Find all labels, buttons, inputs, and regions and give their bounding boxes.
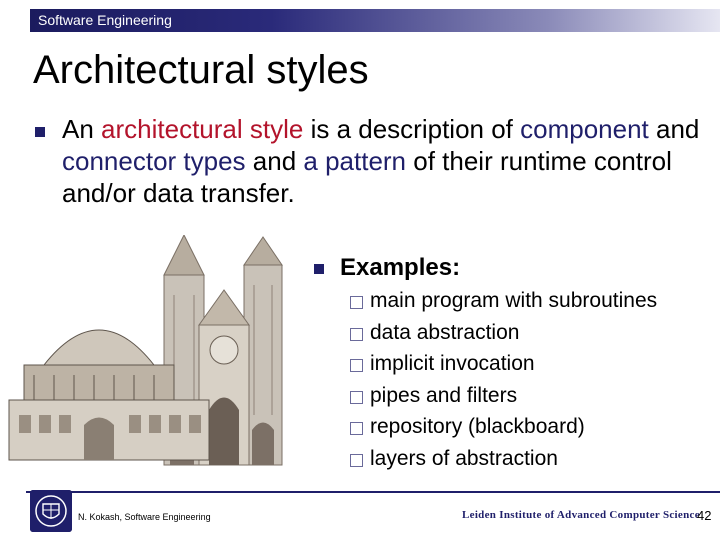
list-item: data abstraction	[350, 320, 657, 352]
list-item: layers of abstraction	[350, 446, 657, 478]
square-bullet-icon	[35, 127, 45, 137]
examples-heading: Examples:	[340, 254, 461, 281]
checkbox-bullet-icon	[350, 327, 363, 341]
checkbox-bullet-icon	[350, 422, 363, 436]
term-pattern: a pattern	[303, 146, 407, 176]
header-bar: Software Engineering	[30, 9, 720, 32]
slide-title: Architectural styles	[33, 48, 369, 92]
list-item: repository (blackboard)	[350, 414, 657, 446]
intro-text: is a description of	[303, 114, 521, 144]
list-item-label: main program with subroutines	[370, 289, 658, 312]
term-component: component	[520, 114, 649, 144]
list-item: implicit invocation	[350, 351, 657, 383]
checkbox-bullet-icon	[350, 390, 363, 404]
list-item-label: layers of abstraction	[370, 446, 558, 470]
examples-list: main program with subroutines data abstr…	[350, 288, 657, 478]
architecture-illustration	[8, 235, 283, 466]
page-number: 42	[697, 508, 712, 523]
university-seal-logo	[30, 490, 72, 532]
term-connector-types: connector types	[62, 146, 246, 176]
footer-institute: Leiden Institute of Advanced Computer Sc…	[462, 509, 700, 521]
list-item-label: implicit invocation	[370, 352, 535, 376]
intro-text: and	[648, 114, 700, 144]
list-item: pipes and filters	[350, 383, 657, 415]
footer-divider	[26, 491, 720, 493]
list-item-label: data abstraction	[370, 320, 520, 344]
term-architectural-style: architectural style	[101, 114, 304, 144]
footer-author: N. Kokash, Software Engineering	[78, 512, 211, 522]
list-item: main program with subroutines	[350, 288, 657, 320]
intro-paragraph: An architectural style is a description …	[62, 113, 702, 209]
checkbox-bullet-icon	[350, 296, 363, 309]
intro-text: and	[245, 146, 304, 176]
course-label: Software Engineering	[38, 12, 172, 28]
checkbox-bullet-icon	[350, 359, 363, 373]
intro-text: An	[62, 114, 102, 144]
checkbox-bullet-icon	[350, 453, 363, 467]
list-item-label: pipes and filters	[370, 383, 518, 407]
list-item-label: repository (blackboard)	[370, 415, 585, 439]
square-bullet-icon	[314, 264, 324, 274]
